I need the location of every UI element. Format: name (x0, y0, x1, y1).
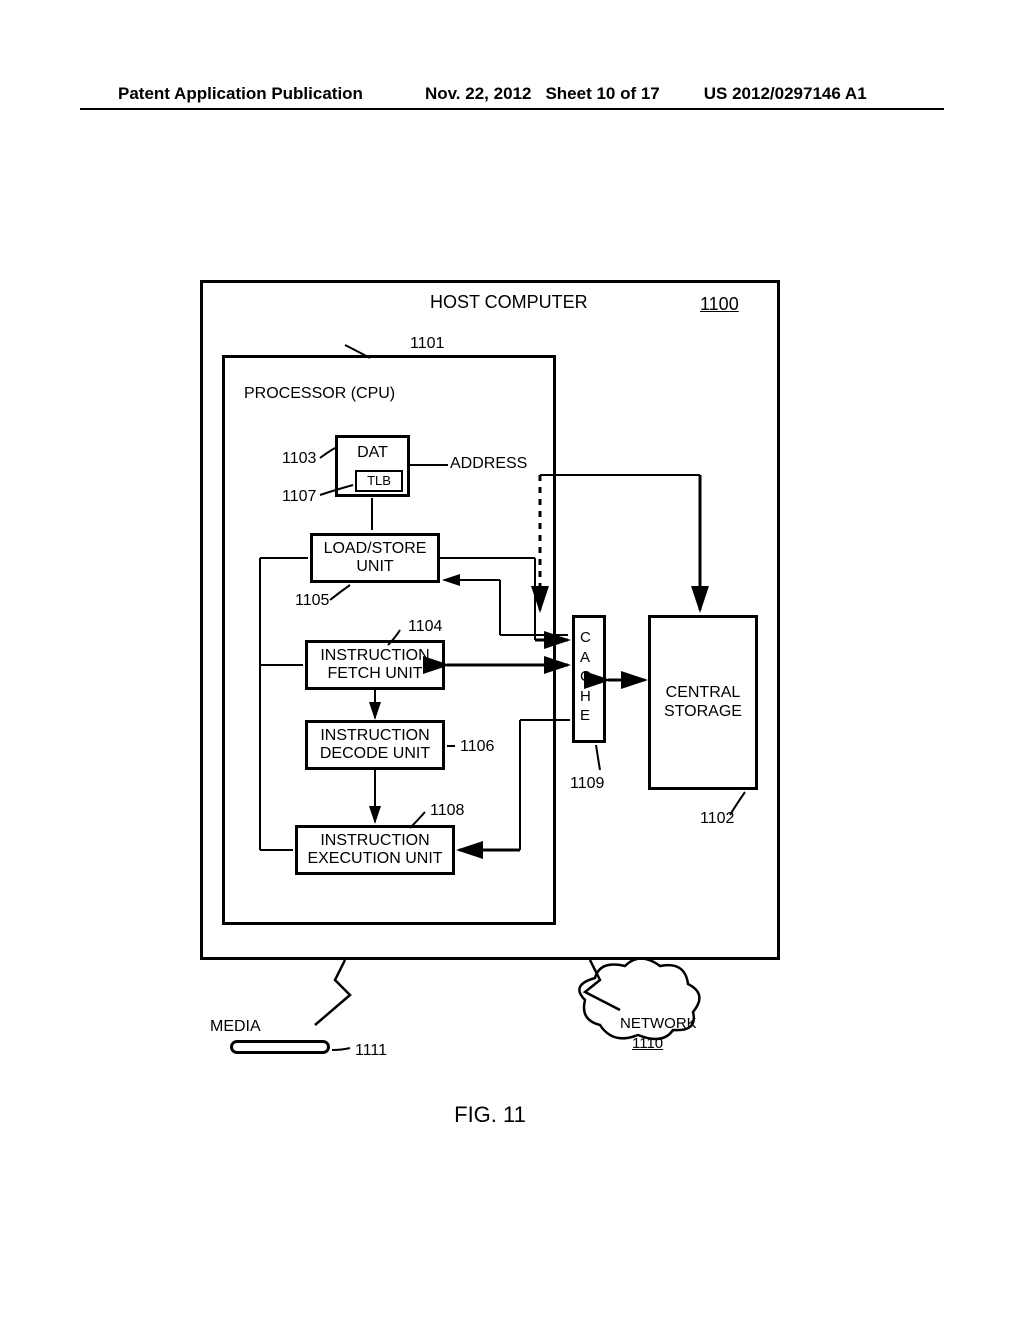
dat-label: DAT (357, 444, 388, 462)
tlb-box: TLB (355, 470, 403, 492)
page-header: Patent Application Publication Nov. 22, … (0, 84, 1024, 104)
host-label: HOST COMPUTER (430, 292, 588, 313)
lsu-label: LOAD/STORE UNIT (324, 540, 427, 577)
media-label: MEDIA (210, 1018, 261, 1036)
tlb-ref: 1107 (282, 488, 316, 506)
ifu-box: INSTRUCTION FETCH UNIT (305, 640, 445, 690)
header-date: Nov. 22, 2012 (425, 84, 531, 104)
header-rule (80, 108, 944, 110)
header-pubno: US 2012/0297146 A1 (704, 84, 867, 104)
storage-box: CENTRAL STORAGE (648, 615, 758, 790)
idu-box: INSTRUCTION DECODE UNIT (305, 720, 445, 770)
cache-label: CACHE (580, 628, 591, 726)
ifu-ref: 1104 (408, 618, 442, 636)
cpu-ref: 1101 (410, 335, 444, 353)
header-left: Patent Application Publication (118, 84, 363, 104)
ieu-label: INSTRUCTION EXECUTION UNIT (307, 832, 442, 869)
storage-ref: 1102 (700, 810, 734, 828)
ieu-ref: 1108 (430, 802, 464, 820)
media-ref: 1111 (355, 1042, 387, 1060)
cpu-label: PROCESSOR (CPU) (244, 385, 395, 403)
idu-label: INSTRUCTION DECODE UNIT (320, 727, 430, 764)
network-label: NETWORK (620, 1015, 697, 1032)
diagram: HOST COMPUTER 1100 PROCESSOR (CPU) 1101 … (200, 280, 780, 1090)
address-label: ADDRESS (450, 455, 527, 473)
cache-ref: 1109 (570, 775, 604, 793)
host-ref: 1100 (700, 294, 739, 315)
network-ref: 1110 (632, 1035, 663, 1052)
lsu-box: LOAD/STORE UNIT (310, 533, 440, 583)
ifu-label: INSTRUCTION FETCH UNIT (320, 647, 429, 684)
ieu-box: INSTRUCTION EXECUTION UNIT (295, 825, 455, 875)
figure-caption: FIG. 11 (200, 1102, 780, 1128)
dat-ref: 1103 (282, 450, 316, 468)
idu-ref: 1106 (460, 738, 494, 756)
header-sheet: Sheet 10 of 17 (545, 84, 659, 104)
tlb-label: TLB (367, 474, 391, 489)
lsu-ref: 1105 (295, 592, 329, 610)
storage-label: CENTRAL STORAGE (664, 684, 742, 721)
media-disc (230, 1040, 330, 1054)
